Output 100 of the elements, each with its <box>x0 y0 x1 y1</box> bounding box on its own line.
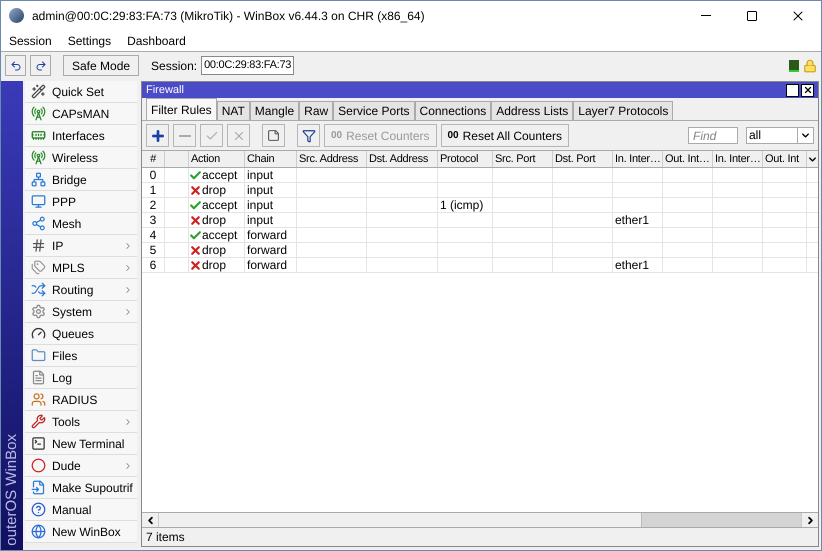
menu-item[interactable]: Dashboard <box>127 32 186 50</box>
brand-text: outerOS WinBox <box>2 434 21 546</box>
menu-item[interactable]: Settings <box>68 32 112 50</box>
antenna-icon <box>31 106 46 121</box>
tab[interactable]: Filter Rules <box>146 98 217 120</box>
menu-item[interactable]: Session <box>9 32 52 50</box>
sidebar-item[interactable]: Quick Set <box>25 81 137 103</box>
column-header[interactable]: Out. Int… <box>663 151 713 167</box>
filter-button[interactable] <box>297 124 320 147</box>
close-icon <box>802 85 812 95</box>
table-cell: forward <box>245 228 297 242</box>
column-header[interactable]: In. Inter… <box>613 151 663 167</box>
table-cell: input <box>245 213 297 227</box>
reset-button[interactable]: 00 Reset All Counters <box>440 124 570 147</box>
sidebar-item[interactable]: Bridge <box>25 169 137 191</box>
safe-mode-button[interactable]: Safe Mode <box>63 55 140 76</box>
tab[interactable]: Service Ports <box>333 101 415 120</box>
action-cell: accept <box>189 198 245 212</box>
wand-icon <box>31 84 46 99</box>
sidebar-item[interactable]: New WinBox <box>25 521 137 543</box>
column-header[interactable]: # <box>142 151 165 167</box>
redo-button[interactable] <box>30 55 51 76</box>
sidebar-item[interactable]: CAPsMAN <box>25 103 137 125</box>
action-cell: drop <box>189 243 245 257</box>
sidebar-item[interactable]: PPP <box>25 191 137 213</box>
gauge-icon <box>31 326 46 341</box>
document-icon <box>31 370 46 385</box>
monitor-icon <box>31 194 46 209</box>
table-cell: 5 <box>142 243 165 257</box>
sidebar-item[interactable]: Log <box>25 367 137 389</box>
app-logo-icon <box>9 8 24 23</box>
check-icon <box>189 198 202 212</box>
sidebar-item[interactable]: MPLS <box>25 257 137 279</box>
table-cell: ether1 <box>613 258 663 272</box>
x-icon <box>189 214 202 226</box>
table-cell: 0 <box>142 168 165 182</box>
tab[interactable]: Connections <box>414 101 492 120</box>
table-cell: 1 <box>142 183 165 197</box>
sidebar-item[interactable]: Wireless <box>25 147 137 169</box>
undo-button[interactable] <box>5 55 26 76</box>
status-icon <box>789 60 799 72</box>
sidebar-item[interactable]: System <box>25 301 137 323</box>
tab[interactable]: Raw <box>299 101 334 120</box>
action-cell: drop <box>189 213 245 227</box>
sidebar-item[interactable]: Files <box>25 345 137 367</box>
sidebar-item[interactable]: Dude <box>25 455 137 477</box>
tab[interactable]: Address Lists <box>491 101 574 120</box>
sidebar-item[interactable]: Tools <box>25 411 137 433</box>
restore-button[interactable] <box>786 84 799 96</box>
table-cell: 3 <box>142 213 165 227</box>
sidebar-item[interactable]: Routing <box>25 279 137 301</box>
x-icon <box>189 184 202 196</box>
sidebar-item[interactable]: New Terminal <box>25 433 137 455</box>
table-cell: forward <box>245 243 297 257</box>
maximize-icon <box>746 10 758 22</box>
filter-select[interactable]: all <box>746 127 814 144</box>
column-header[interactable]: Dst. Address <box>367 151 438 167</box>
tab[interactable]: Mangle <box>250 101 300 120</box>
status-text: 7 items <box>146 529 185 546</box>
column-header[interactable]: Dst. Port <box>553 151 613 167</box>
window-title: admin@00:0C:29:83:FA:73 (MikroTik) - WinBox v6.44.3 on CHR (x86_64) <box>32 8 425 24</box>
help-icon <box>31 502 46 517</box>
sidebar-item[interactable]: Manual <box>25 499 137 521</box>
action-cell: drop <box>189 258 245 272</box>
folder-icon <box>31 348 46 363</box>
scrollbar-thumb[interactable] <box>641 513 801 527</box>
column-header[interactable]: Protocol <box>438 151 493 167</box>
sidebar-item[interactable]: Interfaces <box>25 125 137 147</box>
sidebar-item[interactable]: IP <box>25 235 137 257</box>
check-icon <box>189 168 202 182</box>
undo-icon <box>10 60 22 72</box>
x-icon <box>189 244 202 256</box>
find-field[interactable]: Find <box>688 127 738 144</box>
column-header[interactable]: Src. Address <box>297 151 367 167</box>
redo-icon <box>34 60 46 72</box>
add-button[interactable] <box>146 124 169 147</box>
minus-icon <box>178 134 190 136</box>
column-header[interactable]: Out. Int <box>763 151 807 167</box>
table-cell: input <box>245 183 297 197</box>
sidebar-item[interactable]: RADIUS <box>25 389 137 411</box>
table-cell: 2 <box>142 198 165 212</box>
column-header[interactable]: Chain <box>245 151 297 167</box>
comment-button[interactable] <box>262 124 285 147</box>
sidebar-item[interactable]: Make Supoutrif <box>25 477 137 499</box>
gear-icon <box>31 304 46 319</box>
terminal-icon <box>31 436 46 451</box>
tab[interactable]: Layer7 Protocols <box>573 101 674 120</box>
table-cell: 1 (icmp) <box>438 198 493 212</box>
column-header[interactable]: Action <box>189 151 245 167</box>
sidebar-item[interactable]: Queues <box>25 323 137 345</box>
nodes-icon <box>31 216 46 231</box>
file-icon <box>31 480 46 495</box>
sidebar-item[interactable]: Mesh <box>25 213 137 235</box>
shuffle-icon <box>31 282 46 297</box>
column-header[interactable]: Src. Port <box>493 151 553 167</box>
column-header[interactable]: In. Inter… <box>713 151 763 167</box>
close-button[interactable] <box>801 84 814 96</box>
tab[interactable]: NAT <box>216 101 250 120</box>
table-cell: input <box>245 198 297 212</box>
funnel-icon <box>302 128 316 142</box>
